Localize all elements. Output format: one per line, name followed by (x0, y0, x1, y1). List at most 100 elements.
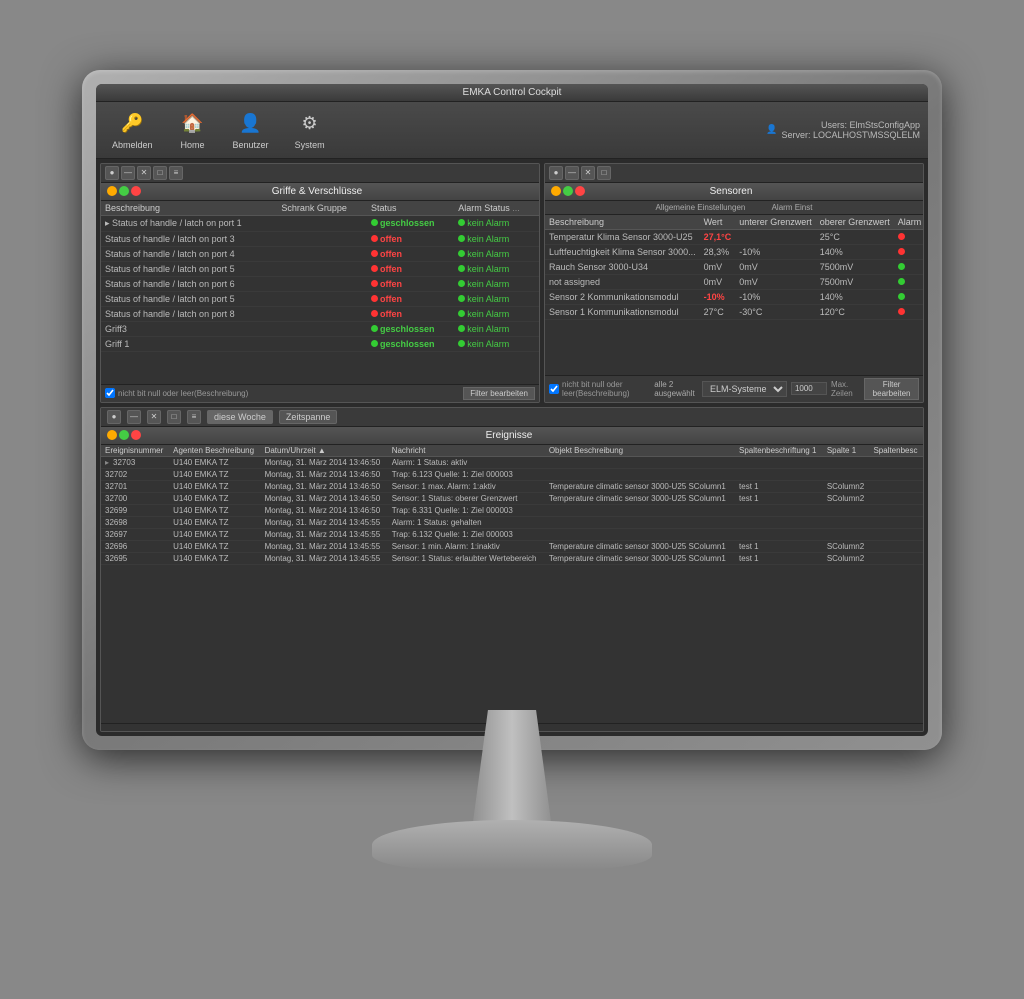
griffe-table: Beschreibung Schrank Gruppe Status Alarm… (101, 201, 539, 352)
sensor-col-unterer: unterer Grenzwert (735, 215, 816, 230)
sensoren-table-row[interactable]: Rauch Sensor 3000-U34 0mV 0mV 7500mV (545, 259, 923, 274)
griffe-table-row[interactable]: Griff 1 geschlossen kein Alarm (101, 336, 539, 351)
ereignisse-table-row[interactable]: 32700 U140 EMKA TZ Montag, 31. März 2014… (101, 492, 923, 504)
ereignisse-table-row[interactable]: 32695 U140 EMKA TZ Montag, 31. März 2014… (101, 552, 923, 564)
sensoren-win-close[interactable] (575, 186, 585, 196)
toolbar-btn-4[interactable]: □ (153, 166, 167, 180)
ereignisse-table-row[interactable]: 32702 U140 EMKA TZ Montag, 31. März 2014… (101, 468, 923, 480)
ereignisse-table-row[interactable]: 32698 U140 EMKA TZ Montag, 31. März 2014… (101, 516, 923, 528)
col-beschreibung: Beschreibung (101, 201, 277, 216)
ereignisse-toolbar-btn-5[interactable]: ≡ (187, 410, 201, 424)
sensoren-table-row[interactable]: Sensor 2 Kommunikationsmodul -10% -10% 1… (545, 289, 923, 304)
toolbar-btn-3[interactable]: ✕ (137, 166, 151, 180)
griffe-footer: nicht bit null oder leer(Beschreibung) F… (101, 384, 539, 402)
abmelden-button[interactable]: 🔑 Abmelden (104, 106, 161, 154)
ev-sp1-cell: test 1 (735, 492, 823, 504)
sensor-oberer-cell: 140% (816, 289, 894, 304)
ereignisse-table-row[interactable]: 32696 U140 EMKA TZ Montag, 31. März 2014… (101, 540, 923, 552)
sensoren-checkbox-input[interactable] (549, 384, 559, 394)
status-dot-green (371, 219, 378, 226)
griffe-alarm-cell: kein Alarm (454, 291, 539, 306)
griffe-table-row[interactable]: Status of handle / latch on port 6 offen… (101, 276, 539, 291)
sensor-desc-cell: Rauch Sensor 3000-U34 (545, 259, 700, 274)
ev-nachricht-cell: Sensor: 1 max. Alarm: 1:aktiv (388, 480, 545, 492)
ereignisse-toolbar-btn-2[interactable]: — (127, 410, 141, 424)
ereignisse-toolbar: ● — ✕ □ ≡ diese Woche Zeitspanne (101, 408, 923, 427)
win-close[interactable] (131, 186, 141, 196)
sensoren-toolbar-btn-4[interactable]: □ (597, 166, 611, 180)
griffe-table-row[interactable]: Status of handle / latch on port 5 offen… (101, 261, 539, 276)
griffe-table-row[interactable]: Status of handle / latch on port 5 offen… (101, 291, 539, 306)
ereignisse-win-minimize[interactable] (107, 430, 117, 440)
griffe-alarm-cell: kein Alarm (454, 336, 539, 351)
griffe-gruppe-cell (277, 231, 367, 246)
sensoren-win-maximize[interactable] (563, 186, 573, 196)
griffe-alarm-cell: kein Alarm (454, 231, 539, 246)
ev-sbc-cell (869, 540, 923, 552)
sensoren-toolbar-btn-2[interactable]: — (565, 166, 579, 180)
sensoren-elm-select[interactable]: ELM-Systeme (702, 381, 787, 397)
ereignisse-table-row[interactable]: 32701 U140 EMKA TZ Montag, 31. März 2014… (101, 480, 923, 492)
sensoren-max-input[interactable] (791, 382, 827, 395)
griffe-table-row[interactable]: Status of handle / latch on port 4 offen… (101, 246, 539, 261)
griffe-table-row[interactable]: Status of handle / latch on port 3 offen… (101, 231, 539, 246)
ereignisse-toolbar-btn-1[interactable]: ● (107, 410, 121, 424)
ereignisse-table-row[interactable]: 32697 U140 EMKA TZ Montag, 31. März 2014… (101, 528, 923, 540)
griffe-table-row[interactable]: Status of handle / latch on port 8 offen… (101, 306, 539, 321)
abmelden-label: Abmelden (112, 140, 153, 150)
ev-agent-cell: U140 EMKA TZ (169, 528, 260, 540)
monitor-bezel: EMKA Control Cockpit 🔑 Abmelden 🏠 Home 👤… (82, 70, 942, 750)
sensoren-filter-checkbox[interactable]: nicht bit null oder leer(Beschreibung) (549, 380, 650, 398)
win-maximize[interactable] (119, 186, 129, 196)
sensoren-table-row[interactable]: not assigned 0mV 0mV 7500mV (545, 274, 923, 289)
toolbar-btn-1[interactable]: ● (105, 166, 119, 180)
sensoren-filter-btn[interactable]: Filter bearbeiten (864, 378, 919, 400)
system-button[interactable]: ⚙ System (287, 106, 333, 154)
toolbar-btn-2[interactable]: — (121, 166, 135, 180)
tab-zeitspanne[interactable]: Zeitspanne (279, 410, 338, 424)
toolbar-btn-5[interactable]: ≡ (169, 166, 183, 180)
ereignisse-win-maximize[interactable] (119, 430, 129, 440)
ev-nachricht-cell: Alarm: 1 Status: aktiv (388, 456, 545, 468)
sensoren-table-row[interactable]: Luftfeuchtigkeit Klima Sensor 3000... 28… (545, 244, 923, 259)
ev-objekt-cell (545, 528, 735, 540)
griffe-table-row[interactable]: ▸ Status of handle / latch on port 1 ges… (101, 215, 539, 231)
ereignisse-toolbar-btn-4[interactable]: □ (167, 410, 181, 424)
ereignisse-table-row[interactable]: 32699 U140 EMKA TZ Montag, 31. März 2014… (101, 504, 923, 516)
griffe-table-container[interactable]: Beschreibung Schrank Gruppe Status Alarm… (101, 201, 539, 384)
status-dot-green (371, 325, 378, 332)
sensor-oberer-cell: 120°C (816, 304, 894, 319)
ev-datetime-cell: Montag, 31. März 2014 13:46:50 (261, 456, 388, 468)
sensoren-win-minimize[interactable] (551, 186, 561, 196)
home-label: Home (181, 140, 205, 150)
griffe-table-row[interactable]: Griff3 geschlossen kein Alarm (101, 321, 539, 336)
user-info: 👤 Users: ElmStsConfigApp Server: LOCALHO… (766, 120, 920, 140)
home-button[interactable]: 🏠 Home (171, 106, 215, 154)
griffe-status-cell: offen (367, 261, 454, 276)
griffe-filter-btn[interactable]: Filter bearbeiten (463, 387, 535, 400)
ereignisse-toolbar-btn-3[interactable]: ✕ (147, 410, 161, 424)
sensoren-table-container[interactable]: Beschreibung Wert unterer Grenzwert ober… (545, 215, 923, 375)
benutzer-button[interactable]: 👤 Benutzer (225, 106, 277, 154)
sensoren-table-row[interactable]: Temperatur Klima Sensor 3000-U25 27,1°C … (545, 229, 923, 244)
sensoren-table-row[interactable]: Sensor 1 Kommunikationsmodul 27°C -30°C … (545, 304, 923, 319)
sensor-oberer-cell: 7500mV (816, 274, 894, 289)
ev-s1-cell: SColumn2 (823, 492, 870, 504)
griffe-checkbox-input[interactable] (105, 388, 115, 398)
griffe-alarm-cell: kein Alarm (454, 215, 539, 231)
win-minimize[interactable] (107, 186, 117, 196)
griffe-filter-checkbox[interactable]: nicht bit null oder leer(Beschreibung) (105, 388, 248, 398)
status-closed: geschlossen (380, 218, 435, 228)
ev-objekt-cell (545, 504, 735, 516)
sensoren-toolbar-btn-1[interactable]: ● (549, 166, 563, 180)
sensoren-toolbar-btn-3[interactable]: ✕ (581, 166, 595, 180)
status-open: offen (380, 309, 402, 319)
status-open: offen (380, 279, 402, 289)
sensor-desc-cell: Luftfeuchtigkeit Klima Sensor 3000... (545, 244, 700, 259)
ereignisse-table-row[interactable]: ▸32703 U140 EMKA TZ Montag, 31. März 201… (101, 456, 923, 468)
ev-col-datetime: Datum/Uhrzeit ▲ (261, 445, 388, 457)
ereignisse-table-container[interactable]: Ereignisnummer Agenten Beschreibung Datu… (101, 445, 923, 723)
ereignisse-win-close[interactable] (131, 430, 141, 440)
ev-nachricht-cell: Trap: 6.132 Quelle: 1: Ziel 000003 (388, 528, 545, 540)
tab-diese-woche[interactable]: diese Woche (207, 410, 273, 424)
